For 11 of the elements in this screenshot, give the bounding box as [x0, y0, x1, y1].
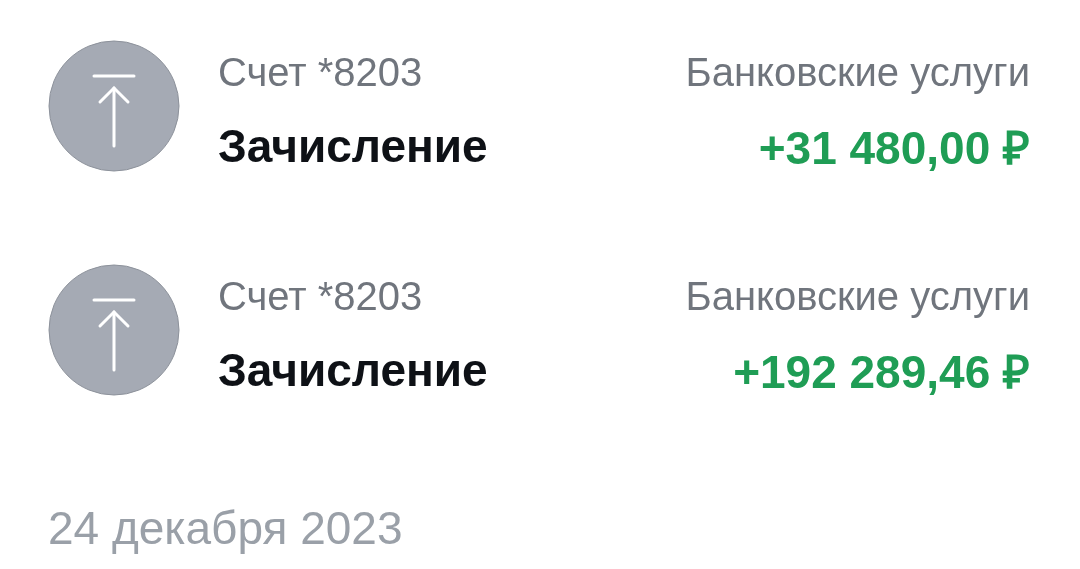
upload-icon	[48, 40, 180, 172]
amount-label: +192 289,46 ₽	[733, 345, 1030, 400]
account-label: Счет *8203	[218, 274, 423, 319]
amount-label: +31 480,00 ₽	[758, 121, 1030, 176]
category-label: Банковские услуги	[685, 50, 1030, 95]
transaction-title: Зачисление	[218, 343, 488, 397]
upload-icon	[48, 264, 180, 396]
date-header: 24 декабря 2023	[48, 501, 403, 556]
transaction-title: Зачисление	[218, 119, 488, 173]
category-label: Банковские услуги	[685, 274, 1030, 319]
account-label: Счет *8203	[218, 50, 423, 95]
